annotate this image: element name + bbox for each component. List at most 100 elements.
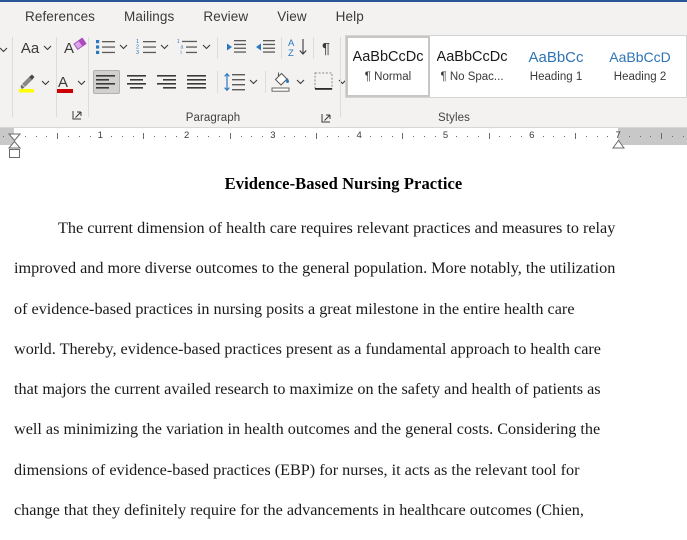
line-spacing-chevron-down-icon[interactable] [248, 73, 259, 91]
borders-icon [314, 72, 333, 90]
ruler-tick [402, 133, 404, 139]
ruler-tick [628, 136, 630, 137]
shading-paint-bucket-icon [271, 72, 290, 92]
ruler-tick [337, 136, 339, 137]
ribbon-tab-help[interactable]: Help [325, 6, 375, 27]
ruler-tick [316, 133, 318, 139]
align-center-icon [127, 74, 146, 89]
ruler-tick [165, 136, 167, 137]
ruler-number-3: 3 [270, 130, 276, 141]
document-paragraph[interactable]: The current dimension of health care req… [14, 208, 618, 540]
font-color-chevron-down-icon[interactable] [76, 74, 87, 92]
font-color-button[interactable]: A [55, 71, 77, 95]
numbered-list-icon: 1 2 3 [136, 39, 156, 56]
ruler-tick [3, 136, 5, 137]
ruler-tick [283, 136, 285, 137]
bullets-button[interactable] [93, 36, 118, 58]
ribbon-tab-mailings[interactable]: Mailings [113, 6, 185, 27]
style-item-normal[interactable]: AaBbCcDc ¶ Normal [346, 36, 430, 97]
font-size-chevron-down-icon[interactable] [0, 41, 9, 59]
text-highlight-color-button[interactable] [16, 71, 40, 95]
style-label-normal: ¶ Normal [364, 70, 412, 83]
clear-formatting-button[interactable]: A [62, 36, 88, 60]
ruler-tick [564, 136, 566, 137]
sort-az-icon: A Z [288, 38, 307, 58]
numbering-button[interactable]: 1 2 3 [134, 36, 159, 58]
style-preview-normal: AaBbCcDc [352, 50, 424, 66]
ruler-tick [488, 133, 490, 139]
pilcrow-icon: ¶ [322, 40, 330, 57]
decrease-indent-icon [226, 40, 246, 53]
ruler-number-5: 5 [442, 130, 449, 141]
ruler-tick [143, 133, 145, 139]
line-spacing-button[interactable] [222, 70, 248, 94]
svg-text:¶: ¶ [322, 40, 330, 57]
ruler-tick [542, 136, 544, 137]
font-color-icon: A [57, 74, 73, 93]
multilevel-list-button[interactable]: 1 a i [175, 36, 202, 58]
ruler-tick [78, 136, 80, 137]
ruler-bar[interactable]: 1234567 [0, 128, 687, 145]
svg-text:Z: Z [288, 48, 294, 58]
ruler[interactable]: 1234567 [0, 128, 687, 158]
bullets-chevron-down-icon[interactable] [118, 38, 129, 56]
align-right-button[interactable] [154, 70, 181, 94]
sort-button[interactable]: A Z [286, 35, 311, 59]
word-document-window: References Mailings Review View Help Aa [0, 0, 687, 540]
ruler-tick [499, 136, 501, 137]
svg-text:A: A [58, 74, 68, 91]
style-item-heading-1[interactable]: AaBbCс Heading 1 [514, 36, 598, 97]
align-center-button[interactable] [124, 70, 151, 94]
ruler-tick [89, 136, 91, 137]
change-case-button[interactable]: Aa [17, 37, 43, 59]
align-left-icon [96, 74, 115, 89]
ruler-number-2: 2 [183, 130, 190, 141]
show-formatting-marks-button[interactable]: ¶ [317, 36, 339, 58]
ruler-number-1: 1 [97, 130, 103, 141]
ruler-tick [218, 136, 220, 137]
document-page[interactable]: Evidence-Based Nursing Practice The curr… [0, 158, 687, 540]
ribbon-tab-review[interactable]: Review [192, 6, 259, 27]
group-divider [313, 37, 314, 59]
font-dialog-launcher[interactable] [72, 108, 83, 120]
multilevel-list-icon: 1 a i [177, 39, 197, 56]
ruler-tick [477, 136, 479, 137]
ruler-tick [67, 136, 69, 137]
group-divider [12, 37, 13, 117]
styles-gallery[interactable]: AaBbCcDc ¶ Normal AaBbCcDc ¶ No Spac... … [345, 35, 687, 98]
style-preview-heading-1: AaBbCс [528, 49, 584, 66]
styles-group-label: Styles [438, 112, 470, 124]
shading-button[interactable] [269, 69, 295, 94]
multilevel-list-chevron-down-icon[interactable] [201, 38, 212, 56]
shading-chevron-down-icon[interactable] [295, 73, 306, 91]
style-preview-heading-2: AaBbCcD [609, 50, 671, 66]
style-item-title[interactable]: Aab Title [682, 36, 686, 97]
style-item-heading-2[interactable]: AaBbCcD Heading 2 [598, 36, 682, 97]
justify-button[interactable] [184, 70, 211, 94]
numbering-chevron-down-icon[interactable] [159, 38, 170, 56]
increase-indent-button[interactable] [252, 36, 277, 58]
ruler-tick [607, 136, 609, 137]
change-case-icon: Aa [20, 39, 40, 57]
right-indent-marker[interactable] [612, 136, 625, 154]
ruler-tick [413, 136, 415, 137]
ruler-tick [510, 136, 512, 137]
ribbon-tab-references[interactable]: References [14, 6, 106, 27]
change-case-chevron-down-icon[interactable] [42, 39, 53, 57]
align-right-icon [157, 74, 176, 89]
highlight-color-chevron-down-icon[interactable] [40, 74, 51, 92]
ruler-number-4: 4 [356, 130, 362, 141]
ribbon-group-font: Aa A A [0, 31, 88, 127]
ruler-tick [639, 136, 641, 137]
borders-button[interactable] [311, 69, 337, 94]
ruler-tick [682, 136, 684, 137]
style-preview-no-spacing: AaBbCcDc [436, 50, 508, 66]
align-left-button[interactable] [93, 70, 120, 94]
ruler-tick [251, 136, 253, 137]
ruler-tick [197, 136, 199, 137]
decrease-indent-button[interactable] [223, 36, 248, 58]
group-divider [281, 37, 282, 59]
style-item-no-spacing[interactable]: AaBbCcDc ¶ No Spac... [430, 36, 514, 97]
line-spacing-icon [224, 72, 245, 92]
ribbon-tab-view[interactable]: View [266, 6, 317, 27]
